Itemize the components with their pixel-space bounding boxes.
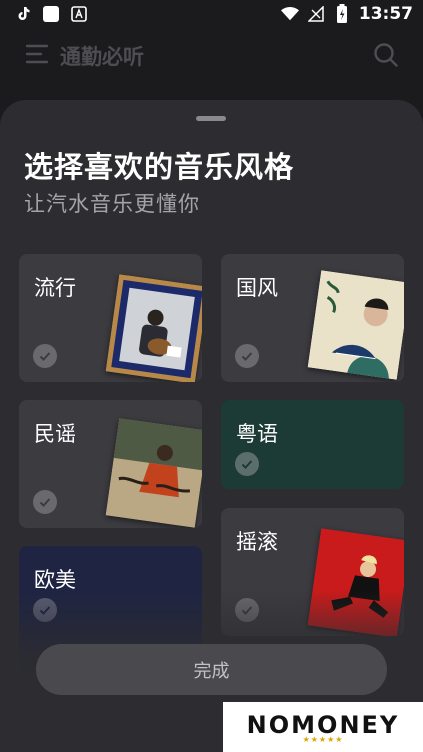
app-square-icon [42, 5, 60, 23]
check-icon [33, 598, 57, 622]
font-app-icon [70, 5, 88, 23]
genre-card-pop[interactable]: 流行 [19, 254, 202, 382]
genre-card-rock[interactable]: 摇滚 [221, 508, 404, 636]
app-header: 通勤必听 [0, 30, 423, 80]
sheet-subtitle: 让汽水音乐更懂你 [24, 192, 200, 216]
watermark-stars: ★★★★★ [302, 734, 344, 744]
genre-label: 流行 [34, 276, 76, 300]
genre-card-guofeng[interactable]: 国风 [221, 254, 404, 382]
check-icon [235, 452, 259, 476]
genre-label: 欧美 [34, 568, 76, 592]
status-bar-left [14, 5, 88, 23]
rock-album-cover [307, 528, 404, 636]
genre-label: 民谣 [34, 422, 76, 446]
sheet-title: 选择喜欢的音乐风格 [24, 150, 295, 184]
search-icon[interactable] [373, 42, 399, 68]
genre-label: 粤语 [236, 422, 278, 446]
sheet-drag-handle[interactable] [196, 116, 226, 121]
genre-picker-sheet: 选择喜欢的音乐风格 让汽水音乐更懂你 流行 国风 民谣 粤语 欧美 摇滚 完成 [0, 100, 423, 752]
guofeng-album-cover [307, 270, 404, 380]
genre-label: 国风 [236, 276, 278, 300]
menu-icon[interactable] [25, 44, 49, 64]
status-time: 13:57 [358, 4, 413, 24]
wifi-icon [280, 5, 299, 23]
check-icon [33, 344, 57, 368]
battery-icon [333, 4, 351, 23]
status-bar: 13:57 [0, 0, 423, 30]
nomoney-watermark: NOMONEY ★★★★★ [223, 702, 423, 752]
folk-album-cover [105, 418, 202, 528]
done-button[interactable]: 完成 [36, 644, 387, 695]
genre-label: 摇滚 [236, 530, 278, 554]
check-icon [235, 344, 259, 368]
signal-icon [307, 5, 325, 23]
genre-card-folk[interactable]: 民谣 [19, 400, 202, 528]
check-icon [33, 490, 57, 514]
status-bar-right: 13:57 [280, 4, 413, 24]
app-title: 通勤必听 [60, 45, 144, 69]
genre-card-cantonese[interactable]: 粤语 [221, 400, 404, 489]
pop-album-cover [105, 274, 202, 382]
tiktok-icon [14, 5, 32, 23]
check-icon [235, 598, 259, 622]
